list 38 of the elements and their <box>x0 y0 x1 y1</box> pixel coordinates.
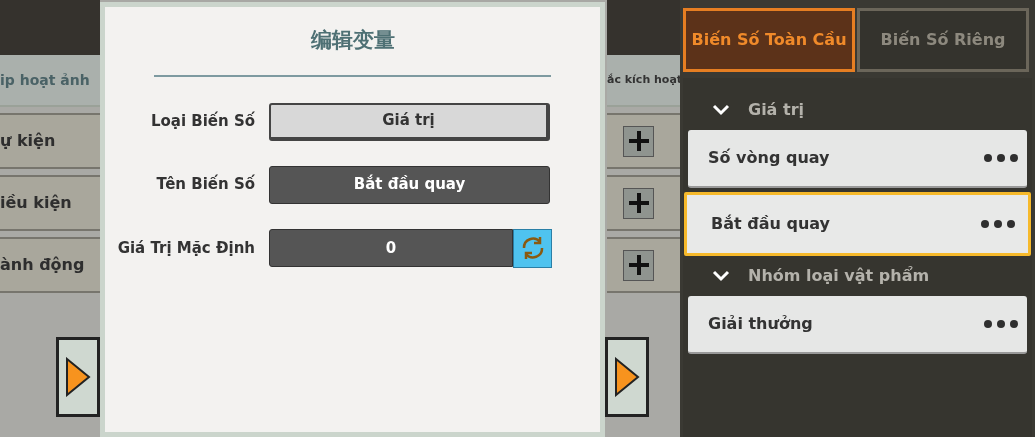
more-icon[interactable] <box>980 219 1016 229</box>
add-button[interactable] <box>623 125 654 157</box>
play-button[interactable] <box>605 337 649 417</box>
more-icon[interactable] <box>983 319 1019 329</box>
name-input-field[interactable]: Bắt đầu quay <box>269 165 550 204</box>
plus-icon <box>627 192 650 214</box>
tab[interactable]: Biến Số Riêng <box>857 8 1029 72</box>
row-label: ự kiện <box>0 130 56 152</box>
add-button[interactable] <box>623 187 654 219</box>
more-icon[interactable] <box>983 153 1019 163</box>
variable-name: Số vòng quay <box>708 147 830 169</box>
dialog-title: 编辑变量 <box>310 27 395 54</box>
play-icon <box>65 357 91 397</box>
chevron-icon[interactable] <box>712 270 730 282</box>
field-label: Loại Biến Số <box>149 111 255 133</box>
tab[interactable]: Biến Số Toàn Cầu <box>683 8 855 72</box>
refresh-button[interactable] <box>513 228 552 268</box>
plus-icon <box>627 254 650 276</box>
plus-icon <box>627 130 650 152</box>
variable-item[interactable]: Giải thưởng <box>688 296 1027 354</box>
variable-item[interactable]: Số vòng quay <box>688 130 1027 188</box>
group-label: Nhóm loại vật phẩm <box>748 265 930 287</box>
play-button[interactable] <box>56 337 100 417</box>
column-header: ip hoạt ảnh <box>0 70 90 90</box>
play-icon <box>614 357 640 397</box>
add-button[interactable] <box>623 249 654 281</box>
group-label: Giá trị <box>748 99 804 121</box>
variable-name: Giải thưởng <box>708 313 813 335</box>
field-label: Giá Trị Mặc Định <box>116 237 255 259</box>
column-header: ắc kích hoạt <box>607 71 683 88</box>
default-value-field[interactable]: 0 <box>269 229 513 267</box>
variable-name: Bắt đầu quay <box>711 213 830 235</box>
variable-item[interactable]: Bắt đầu quay <box>684 192 1031 256</box>
chevron-icon[interactable] <box>712 104 730 116</box>
field-label: Tên Biến Số <box>155 174 255 196</box>
row-label: iều kiện <box>0 192 72 214</box>
type-dropdown[interactable]: Giá trị <box>269 102 550 141</box>
row-label: ành động <box>0 254 85 276</box>
